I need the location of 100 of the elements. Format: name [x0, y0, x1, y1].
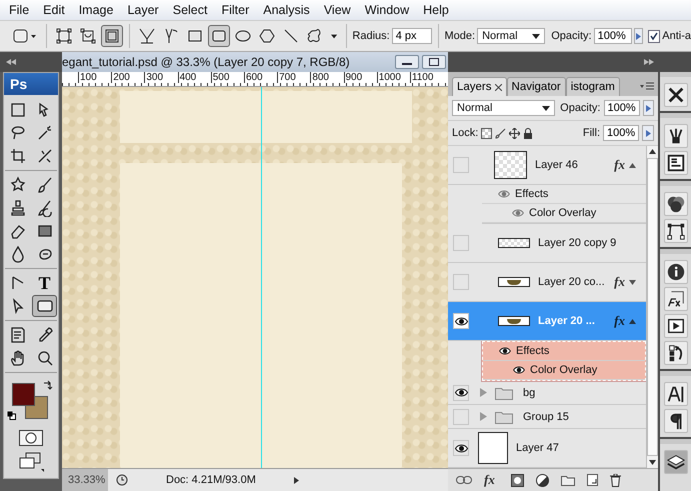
tools-icon[interactable] — [664, 83, 688, 107]
lock-transparency-icon[interactable] — [481, 128, 492, 138]
menu-item[interactable]: Filter — [214, 3, 256, 17]
trash-icon[interactable] — [610, 474, 621, 486]
lock-icon[interactable] — [523, 128, 534, 138]
opacity-slider-button[interactable] — [634, 28, 644, 44]
expand-effects-icon[interactable] — [629, 280, 636, 284]
lock-move-icon[interactable] — [509, 128, 520, 138]
layer-thumbnail — [498, 238, 530, 248]
visibility-toggle[interactable] — [453, 274, 469, 290]
scrollbar[interactable] — [646, 146, 658, 468]
mode-dropdown[interactable]: Normal — [477, 28, 546, 44]
eye-icon[interactable] — [513, 366, 525, 374]
add-style-button[interactable]: fx — [484, 472, 495, 488]
fill-field[interactable]: 100% — [603, 125, 639, 141]
layer-row[interactable]: bg — [448, 381, 646, 405]
info-icon[interactable] — [664, 260, 688, 284]
path-mode-button[interactable] — [100, 25, 123, 47]
fill-slider-button[interactable] — [642, 125, 654, 141]
layer-row[interactable]: Group 15 — [448, 405, 646, 429]
visibility-toggle[interactable] — [453, 313, 469, 329]
menu-item[interactable]: Window — [358, 3, 416, 17]
opacity-slider-button[interactable] — [642, 100, 654, 116]
anti-alias-checkbox[interactable] — [648, 30, 660, 42]
menu-item[interactable]: View — [316, 3, 358, 17]
scroll-up-icon[interactable] — [649, 149, 656, 154]
shape-icon — [507, 280, 521, 284]
history-brush-icon — [36, 199, 54, 217]
expand-effects-icon[interactable] — [629, 162, 636, 168]
menu-item[interactable]: Edit — [36, 3, 72, 17]
menu-item[interactable]: Help — [416, 3, 456, 17]
opacity-field[interactable]: 100% — [594, 28, 632, 44]
minimize-button[interactable] — [395, 55, 419, 69]
scroll-down-icon[interactable] — [649, 460, 656, 465]
character-icon[interactable] — [664, 382, 688, 406]
folder-icon — [495, 410, 513, 424]
panel-tab[interactable]: istogram — [566, 77, 620, 96]
quick-mask-icon[interactable] — [19, 430, 43, 446]
path-points-icon[interactable] — [664, 219, 688, 243]
collapse-icon[interactable] — [6, 59, 16, 65]
default-colors-icon[interactable] — [7, 411, 16, 420]
blend-mode-dropdown[interactable]: Normal — [452, 100, 556, 116]
styles-icon[interactable] — [664, 287, 688, 311]
folder-icon[interactable] — [560, 474, 575, 486]
panel-tab[interactable]: Navigator — [506, 77, 566, 96]
expand-effects-icon[interactable] — [629, 318, 636, 324]
stamp-icon — [8, 199, 26, 217]
status-menu-icon[interactable] — [116, 474, 128, 486]
play-icon[interactable] — [664, 314, 688, 338]
menu-item[interactable]: File — [2, 3, 36, 17]
color-swatches-icon[interactable] — [11, 382, 49, 420]
mask-icon[interactable] — [510, 474, 524, 486]
type-tool[interactable]: T — [32, 272, 57, 294]
layers-icon[interactable] — [664, 450, 688, 474]
menu-item[interactable]: Layer — [120, 3, 166, 17]
layer-name: Group 15 — [523, 410, 570, 422]
link-icon[interactable] — [456, 476, 472, 484]
panel-menu-icon[interactable] — [640, 82, 654, 90]
app-logo: Ps — [4, 73, 58, 95]
panel-tab[interactable]: Layers — [452, 77, 507, 96]
visibility-toggle[interactable] — [453, 235, 469, 251]
brushes-icon[interactable] — [664, 124, 688, 148]
eye-icon[interactable] — [499, 347, 511, 355]
document-size-info: Doc: 4.21M/93.0M — [165, 474, 257, 486]
menu-item[interactable]: Image — [72, 3, 120, 17]
collapse-icon[interactable] — [644, 59, 654, 65]
rounded-rectangle-tool-button[interactable] — [208, 25, 230, 47]
zoom-icon — [36, 349, 54, 367]
visibility-toggle[interactable] — [453, 440, 469, 456]
visibility-toggle[interactable] — [453, 157, 469, 173]
caret-icon[interactable] — [330, 34, 337, 38]
close-icon[interactable] — [494, 84, 502, 90]
brush-icon — [36, 176, 54, 194]
lock-brush-icon[interactable] — [495, 128, 506, 138]
visibility-toggle[interactable] — [453, 384, 469, 400]
paragraph-icon[interactable] — [664, 409, 688, 433]
restore-button[interactable] — [422, 55, 446, 69]
adjustment-icon[interactable] — [536, 474, 549, 486]
radius-field[interactable]: 4 px — [392, 28, 432, 44]
layer-row[interactable]: Layer 46 fx — [448, 146, 646, 185]
screen-mode-icon[interactable] — [18, 452, 44, 472]
shape-tool[interactable] — [32, 295, 57, 317]
swap-colors-icon[interactable] — [43, 380, 53, 390]
menu-item[interactable]: Select — [166, 3, 214, 17]
history-icon[interactable] — [664, 341, 688, 365]
layer-name: Layer 20 copy 9 — [538, 237, 618, 249]
opacity-field[interactable]: 100% — [604, 100, 640, 116]
visibility-toggle[interactable] — [453, 408, 469, 424]
layer-row[interactable]: Layer 20 ... fx — [448, 302, 646, 341]
status-arrow-icon[interactable] — [294, 476, 299, 484]
ruler-label: 200 — [111, 72, 144, 83]
fx-label: fx — [614, 313, 625, 329]
zoom-field[interactable]: 33.33% — [62, 469, 108, 491]
document-icon[interactable] — [664, 151, 688, 175]
new-layer-icon[interactable] — [586, 474, 598, 486]
layer-name: Layer 46 — [535, 159, 579, 171]
menu-item[interactable]: Analysis — [256, 3, 317, 17]
effect-name: Effects — [515, 188, 548, 200]
layer-row[interactable]: Layer 20 copy 9 — [448, 224, 646, 263]
color-circles-icon[interactable] — [664, 192, 688, 216]
